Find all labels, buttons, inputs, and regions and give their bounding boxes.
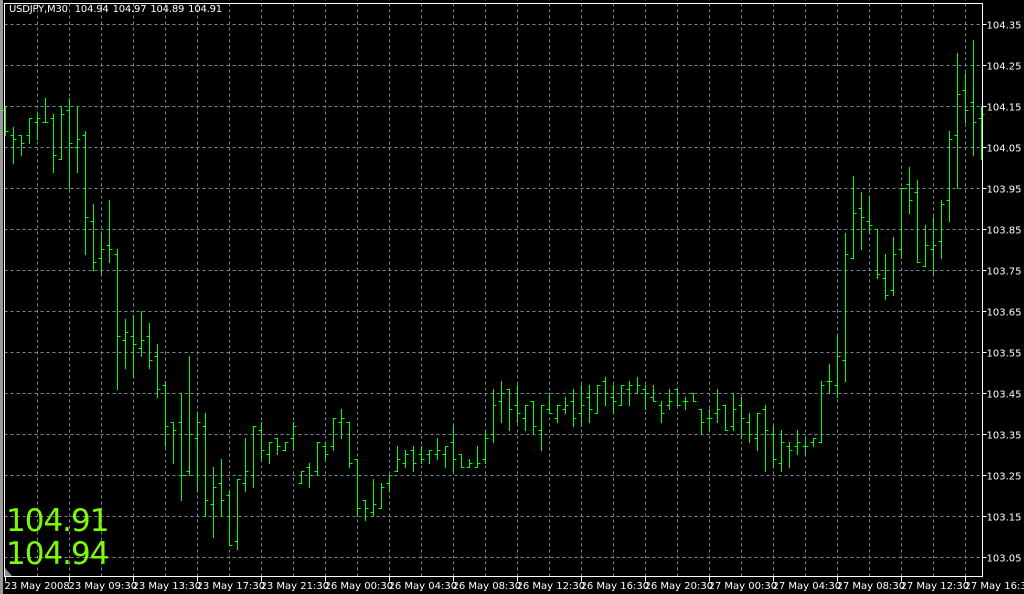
time-label: 23 May 21:30	[261, 581, 330, 592]
time-label: 26 May 20:30	[645, 581, 714, 592]
price-label: 103.75	[987, 267, 1022, 278]
time-label: 27 May 00:30	[709, 581, 778, 592]
price-label: 104.15	[987, 103, 1022, 114]
time-label: 27 May 16:30	[965, 581, 1024, 592]
window-left-border	[0, 0, 3, 594]
time-label: 26 May 00:30	[325, 581, 394, 592]
symbol-label: USDJPY,M30	[9, 4, 68, 15]
time-label: 23 May 2008	[5, 581, 70, 592]
price-label: 103.35	[987, 431, 1022, 442]
time-label: 26 May 12:30	[517, 581, 586, 592]
price-label: 103.25	[987, 472, 1022, 483]
price-chart[interactable]: 104.35 104.25 104.15 104.05 103.95 103.85 103.…	[0, 0, 1024, 594]
price-label: 103.45	[987, 390, 1022, 401]
price-label: 104.05	[987, 144, 1022, 155]
close-value: 104.91	[188, 4, 222, 15]
low-value: 104.89	[150, 4, 185, 15]
price-label: 104.25	[987, 62, 1022, 73]
price-label: 103.05	[987, 554, 1022, 565]
time-label: 26 May 08:30	[453, 581, 522, 592]
time-label: 23 May 09:30	[69, 581, 138, 592]
time-label: 27 May 08:30	[837, 581, 906, 592]
time-label: 27 May 12:30	[901, 581, 970, 592]
bid-price-large: 104.91	[6, 503, 109, 539]
time-label: 23 May 13:30	[133, 581, 202, 592]
price-label: 104.35	[987, 21, 1022, 32]
price-label: 103.15	[987, 513, 1022, 524]
open-value: 104.94	[74, 4, 109, 15]
high-value: 104.97	[112, 4, 147, 15]
price-label: 103.85	[987, 226, 1022, 237]
ask-price-large: 104.94	[6, 536, 109, 572]
price-label: 103.55	[987, 349, 1022, 360]
chart-header: USDJPY,M30 104.94 104.97 104.89 104.91	[9, 4, 226, 15]
price-label: 103.65	[987, 308, 1022, 319]
chart-background	[0, 0, 1024, 594]
time-label: 27 May 04:30	[773, 581, 842, 592]
time-label: 23 May 17:30	[197, 581, 266, 592]
time-label: 26 May 16:30	[581, 581, 650, 592]
price-label: 103.95	[987, 185, 1022, 196]
time-label: 26 May 04:30	[389, 581, 458, 592]
